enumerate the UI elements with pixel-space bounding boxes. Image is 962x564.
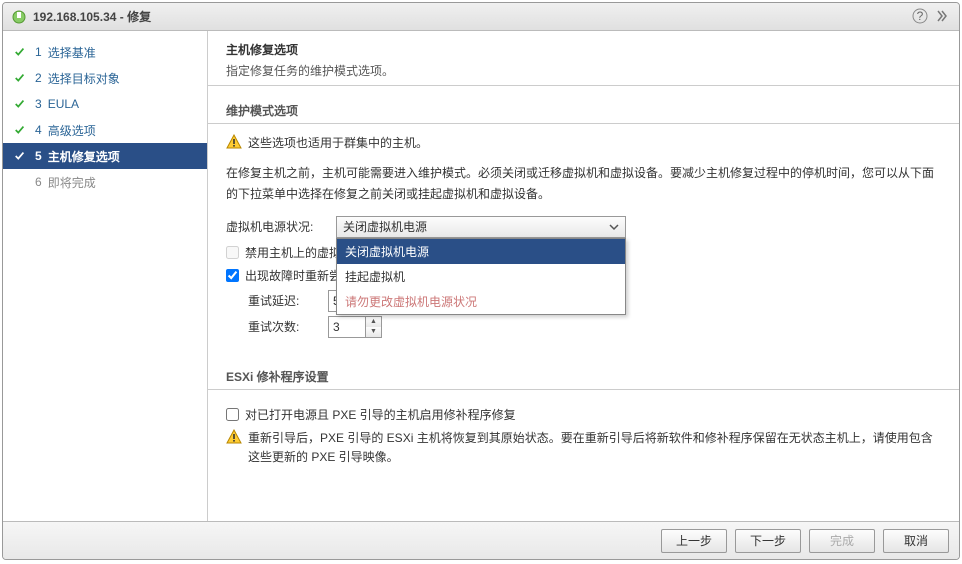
spin-up-icon[interactable]: ▲	[366, 317, 381, 327]
page-title: 主机修复选项	[226, 41, 941, 58]
retry-on-fail-checkbox[interactable]	[226, 269, 239, 282]
power-state-options: 关闭虚拟机电源挂起虚拟机请勿更改虚拟机电源状况	[336, 238, 626, 315]
step-label: 选择基准	[48, 44, 96, 61]
check-icon	[13, 71, 27, 85]
check-icon	[13, 175, 27, 189]
check-icon	[13, 149, 27, 163]
power-state-dropdown[interactable]: 关闭虚拟机电源 关闭虚拟机电源挂起虚拟机请勿更改虚拟机电源状况	[336, 216, 626, 238]
check-icon	[13, 97, 27, 111]
power-state-label: 虚拟机电源状况:	[226, 218, 336, 235]
wizard-steps: 1选择基准2选择目标对象3EULA4高级选项5主机修复选项6即将完成	[3, 31, 208, 521]
main-panel: 主机修复选项 指定修复任务的维护模式选项。 维护模式选项 这些选项也适用于群集中…	[208, 31, 959, 521]
finish-button: 完成	[809, 529, 875, 553]
pxe-warning-text: 重新引导后，PXE 引导的 ESXi 主机将恢复到其原始状态。要在重新引导后将新…	[248, 429, 941, 467]
chevron-down-icon	[609, 222, 619, 232]
footer: 上一步 下一步 完成 取消	[3, 521, 959, 559]
wizard-step-2[interactable]: 2选择目标对象	[3, 65, 207, 91]
esxi-group-title: ESXi 修补程序设置	[208, 352, 959, 390]
power-state-selected: 关闭虚拟机电源	[343, 218, 609, 235]
maintenance-description: 在修复主机之前，主机可能需要进入维护模式。必须关闭或迁移虚拟机和虚拟设备。要减少…	[226, 163, 941, 204]
disable-devices-checkbox	[226, 246, 239, 259]
pxe-patch-checkbox[interactable]	[226, 408, 239, 421]
pxe-patch-label: 对已打开电源且 PXE 引导的主机启用修补程序修复	[245, 406, 516, 423]
power-option[interactable]: 挂起虚拟机	[337, 264, 625, 289]
app-icon	[11, 9, 27, 25]
power-option[interactable]: 关闭虚拟机电源	[337, 239, 625, 264]
warning-icon	[226, 134, 242, 150]
step-label: EULA	[48, 97, 79, 111]
titlebar: 192.168.105.34 - 修复 ?	[3, 3, 959, 31]
wizard-step-6: 6即将完成	[3, 169, 207, 195]
warning-icon	[226, 429, 242, 445]
check-icon	[13, 123, 27, 137]
spin-down-icon[interactable]: ▼	[366, 327, 381, 337]
retry-delay-label: 重试延迟:	[248, 292, 328, 309]
power-option[interactable]: 请勿更改虚拟机电源状况	[337, 289, 625, 314]
step-label: 高级选项	[48, 122, 96, 139]
check-icon	[13, 45, 27, 59]
wizard-step-3[interactable]: 3EULA	[3, 91, 207, 117]
step-label: 选择目标对象	[48, 70, 120, 87]
svg-text:?: ?	[917, 9, 924, 23]
step-label: 主机修复选项	[48, 148, 120, 165]
retry-count-input[interactable]	[328, 316, 366, 338]
maintenance-group-title: 维护模式选项	[208, 86, 959, 124]
cluster-note: 这些选项也适用于群集中的主机。	[248, 134, 428, 153]
window-title: 192.168.105.34 - 修复	[33, 8, 907, 25]
retry-count-spinner[interactable]: ▲▼	[328, 316, 382, 338]
cancel-button[interactable]: 取消	[883, 529, 949, 553]
expand-button[interactable]	[933, 8, 951, 26]
next-button[interactable]: 下一步	[735, 529, 801, 553]
wizard-step-4[interactable]: 4高级选项	[3, 117, 207, 143]
step-label: 即将完成	[48, 174, 96, 191]
wizard-step-1[interactable]: 1选择基准	[3, 39, 207, 65]
help-button[interactable]: ?	[911, 8, 929, 26]
page-subtitle: 指定修复任务的维护模式选项。	[226, 62, 941, 79]
wizard-step-5[interactable]: 5主机修复选项	[3, 143, 207, 169]
back-button[interactable]: 上一步	[661, 529, 727, 553]
retry-count-label: 重试次数:	[248, 318, 328, 335]
